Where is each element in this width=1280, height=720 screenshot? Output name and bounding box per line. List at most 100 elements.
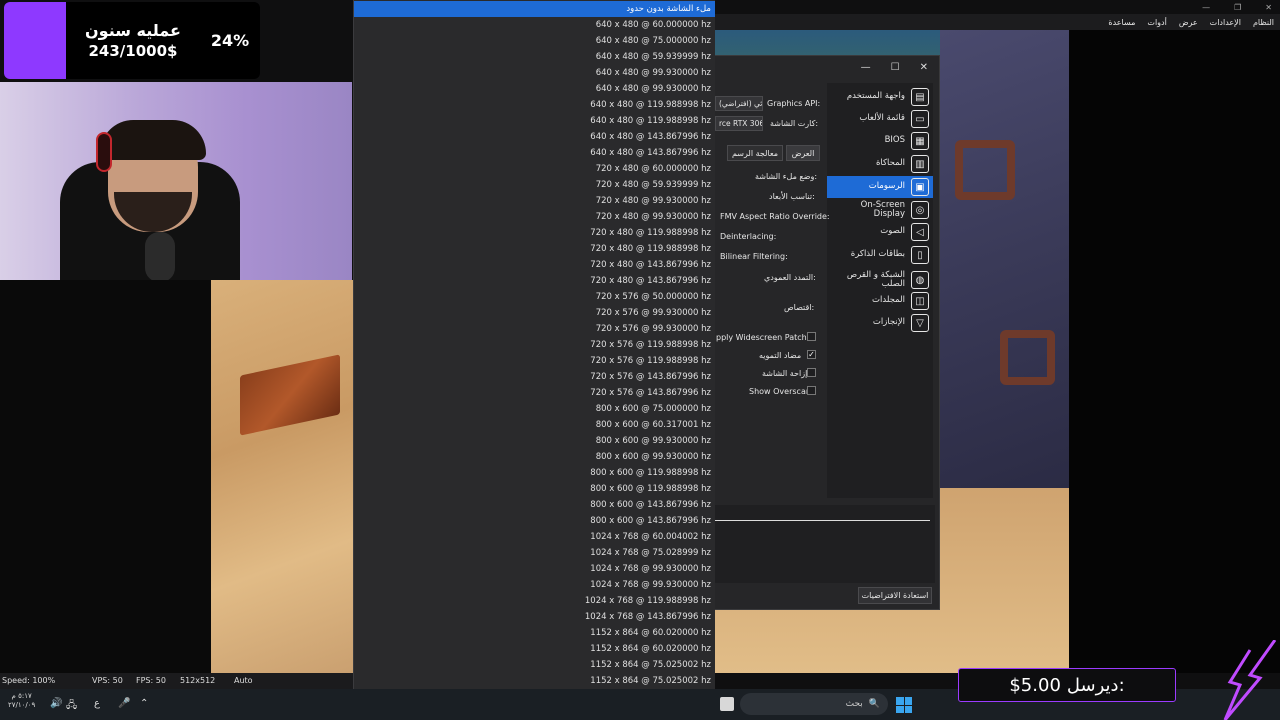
dropdown-item[interactable]: 640 x 480 @ 75.000000 hz	[353, 33, 711, 49]
sidebar-item[interactable]: ▭ قائمة الألعاب	[827, 108, 933, 130]
dropdown-item[interactable]: 720 x 480 @ 99.930000 hz	[353, 209, 711, 225]
dropdown-item[interactable]: 720 x 480 @ 99.930000 hz	[353, 193, 711, 209]
dropdown-item[interactable]: 800 x 600 @ 60.317001 hz	[353, 417, 711, 433]
donation-alert: $5.00 ديرسل:	[958, 668, 1176, 702]
sidebar-item[interactable]: ◁ الصوت	[827, 221, 933, 243]
dropdown-item[interactable]: 1152 x 864 @ 75.025002 hz	[353, 673, 711, 689]
dropdown-item[interactable]: 800 x 600 @ 99.930000 hz	[353, 433, 711, 449]
dropdown-item[interactable]: 720 x 576 @ 99.930000 hz	[353, 305, 711, 321]
lightning-icon	[1223, 640, 1277, 720]
chip-icon: ▦	[911, 132, 929, 150]
menu-system[interactable]: النظام	[1253, 18, 1274, 27]
dropdown-item[interactable]: 640 x 480 @ 143.867996 hz	[353, 129, 711, 145]
resolution-dropdown[interactable]: ملء الشاشة بدون حدود 640 x 480 @ 60.0000…	[353, 0, 715, 720]
widescreen-patches-checkbox[interactable]	[807, 332, 816, 341]
clock-date: ٢٧/١٠/٠٩	[8, 701, 36, 709]
dropdown-item[interactable]: 800 x 600 @ 99.930000 hz	[353, 449, 711, 465]
dropdown-item[interactable]: 720 x 480 @ 60.000000 hz	[353, 161, 711, 177]
dropdown-item[interactable]: 720 x 480 @ 143.867996 hz	[353, 257, 711, 273]
divider	[715, 520, 930, 521]
dropdown-item[interactable]: 640 x 480 @ 59.939999 hz	[353, 49, 711, 65]
menu-tools[interactable]: أدوات	[1147, 18, 1166, 27]
sidebar-item[interactable]: ▤ واجهة المستخدم	[827, 86, 933, 108]
microphone-icon[interactable]: 🎤	[118, 698, 130, 709]
maximize-icon[interactable]: ❐	[1234, 3, 1241, 12]
dropdown-item[interactable]: 1152 x 864 @ 60.020000 hz	[353, 641, 711, 657]
clock[interactable]: ٥:١٧ م ٢٧/١٠/٠٩	[8, 692, 35, 710]
dropdown-item[interactable]: 720 x 480 @ 59.939999 hz	[353, 177, 711, 193]
microphone	[145, 232, 175, 280]
dropdown-item[interactable]: 640 x 480 @ 99.930000 hz	[353, 65, 711, 81]
dropdown-item[interactable]: 1152 x 864 @ 75.025002 hz	[353, 657, 711, 673]
dropdown-item[interactable]: 640 x 480 @ 119.988998 hz	[353, 97, 711, 113]
sidebar-item[interactable]: ▦ BIOS	[827, 130, 933, 152]
gpu-select[interactable]: rce RTX 3060	[715, 116, 763, 131]
app-icon[interactable]	[720, 697, 734, 711]
dropdown-item[interactable]: 640 x 480 @ 60.000000 hz	[353, 17, 711, 33]
dropdown-item[interactable]: 1024 x 768 @ 119.988998 hz	[353, 593, 711, 609]
dialog-close-icon[interactable]: ✕	[920, 62, 928, 73]
search-box[interactable]: بحث 🔍	[740, 693, 888, 715]
sidebar-item-label: الرسومات	[868, 181, 905, 192]
status-vps: VPS: 50	[92, 676, 123, 685]
dropdown-item[interactable]: 1024 x 768 @ 75.028999 hz	[353, 545, 711, 561]
restore-defaults-button[interactable]: استعادة الافتراضيات	[858, 587, 932, 604]
dropdown-item[interactable]: 720 x 576 @ 143.867996 hz	[353, 385, 711, 401]
dropdown-item[interactable]: 720 x 576 @ 119.988998 hz	[353, 353, 711, 369]
sidebar-item[interactable]: ▯ بطاقات الذاكرة	[827, 244, 933, 266]
sidebar-item[interactable]: ▽ الإنجازات	[827, 312, 933, 334]
dropdown-item[interactable]: 720 x 480 @ 119.988998 hz	[353, 225, 711, 241]
folder-icon: ▭	[911, 110, 929, 128]
dropdown-item[interactable]: 1024 x 768 @ 143.867996 hz	[353, 609, 711, 625]
dropdown-item[interactable]: 640 x 480 @ 99.930000 hz	[353, 81, 711, 97]
dropdown-item[interactable]: 720 x 480 @ 143.867996 hz	[353, 273, 711, 289]
bilinear-label: Bilinear Filtering:	[720, 252, 788, 261]
dropdown-item[interactable]: 720 x 576 @ 119.988998 hz	[353, 337, 711, 353]
dropdown-item[interactable]: 720 x 576 @ 50.000000 hz	[353, 289, 711, 305]
aspect-ratio-label: تناسب الأبعاد:	[769, 192, 815, 201]
dropdown-item[interactable]: 800 x 600 @ 119.988998 hz	[353, 465, 711, 481]
sidebar-item[interactable]: ◎ On-Screen Display	[827, 199, 933, 221]
anti-blur-checkbox[interactable]: ✓	[807, 350, 816, 359]
sidebar-item[interactable]: ▥ المحاكاة	[827, 153, 933, 175]
volume-icon[interactable]: 🔊	[50, 698, 62, 709]
screen-offset-checkbox[interactable]	[807, 368, 816, 377]
dropdown-item[interactable]: 1024 x 768 @ 60.004002 hz	[353, 529, 711, 545]
fullscreen-mode-label: وضع ملء الشاشة:	[755, 172, 818, 181]
sidebar-item[interactable]: ▣ الرسومات	[827, 176, 933, 198]
vertical-stretch-label: التمدد العمودي:	[764, 273, 816, 282]
dropdown-item[interactable]: 1024 x 768 @ 99.930000 hz	[353, 561, 711, 577]
show-overscan-checkbox[interactable]	[807, 386, 816, 395]
sidebar-item-label: المجلدات	[872, 295, 905, 306]
graphics-api-select[interactable]: تلقائي (افتراضي)	[715, 96, 763, 111]
goal-text: عمليه سنون 243/1000$	[66, 2, 200, 79]
language-indicator[interactable]: ع	[94, 698, 100, 709]
dropdown-item[interactable]: 720 x 480 @ 119.988998 hz	[353, 241, 711, 257]
dropdown-item[interactable]: 1152 x 864 @ 60.020000 hz	[353, 625, 711, 641]
menu-view[interactable]: عرض	[1179, 18, 1198, 27]
windows-start-icon[interactable]	[896, 697, 912, 713]
minimize-icon[interactable]: —	[1202, 3, 1210, 12]
dropdown-item[interactable]: 800 x 600 @ 143.867996 hz	[353, 513, 711, 529]
menu-settings[interactable]: الإعدادات	[1210, 18, 1241, 27]
tab-rendering[interactable]: معالجة الرسم	[727, 145, 783, 161]
dropdown-item[interactable]: 640 x 480 @ 143.867996 hz	[353, 145, 711, 161]
dropdown-item[interactable]: 720 x 576 @ 143.867996 hz	[353, 369, 711, 385]
chevron-up-icon[interactable]: ⌃	[140, 698, 148, 709]
dialog-minimize-icon[interactable]: —	[861, 62, 871, 73]
menu-help[interactable]: مساعدة	[1108, 18, 1135, 27]
close-icon[interactable]: ✕	[1265, 3, 1272, 12]
sand-area	[211, 280, 353, 673]
donation-label: ديرسل:	[1066, 674, 1125, 696]
dropdown-item[interactable]: 720 x 576 @ 99.930000 hz	[353, 321, 711, 337]
tab-display[interactable]: العرض	[786, 145, 820, 161]
dropdown-item[interactable]: 800 x 600 @ 143.867996 hz	[353, 497, 711, 513]
dialog-maximize-icon[interactable]: ☐	[891, 62, 900, 73]
dropdown-item[interactable]: 800 x 600 @ 75.000000 hz	[353, 401, 711, 417]
network-icon[interactable]: 🖧	[66, 698, 77, 715]
dropdown-item[interactable]: 640 x 480 @ 119.988998 hz	[353, 113, 711, 129]
dropdown-item-selected[interactable]: ملء الشاشة بدون حدود	[354, 1, 715, 17]
dropdown-item[interactable]: 1024 x 768 @ 99.930000 hz	[353, 577, 711, 593]
sidebar-item[interactable]: ◫ المجلدات	[827, 290, 933, 312]
dropdown-item[interactable]: 800 x 600 @ 119.988998 hz	[353, 481, 711, 497]
